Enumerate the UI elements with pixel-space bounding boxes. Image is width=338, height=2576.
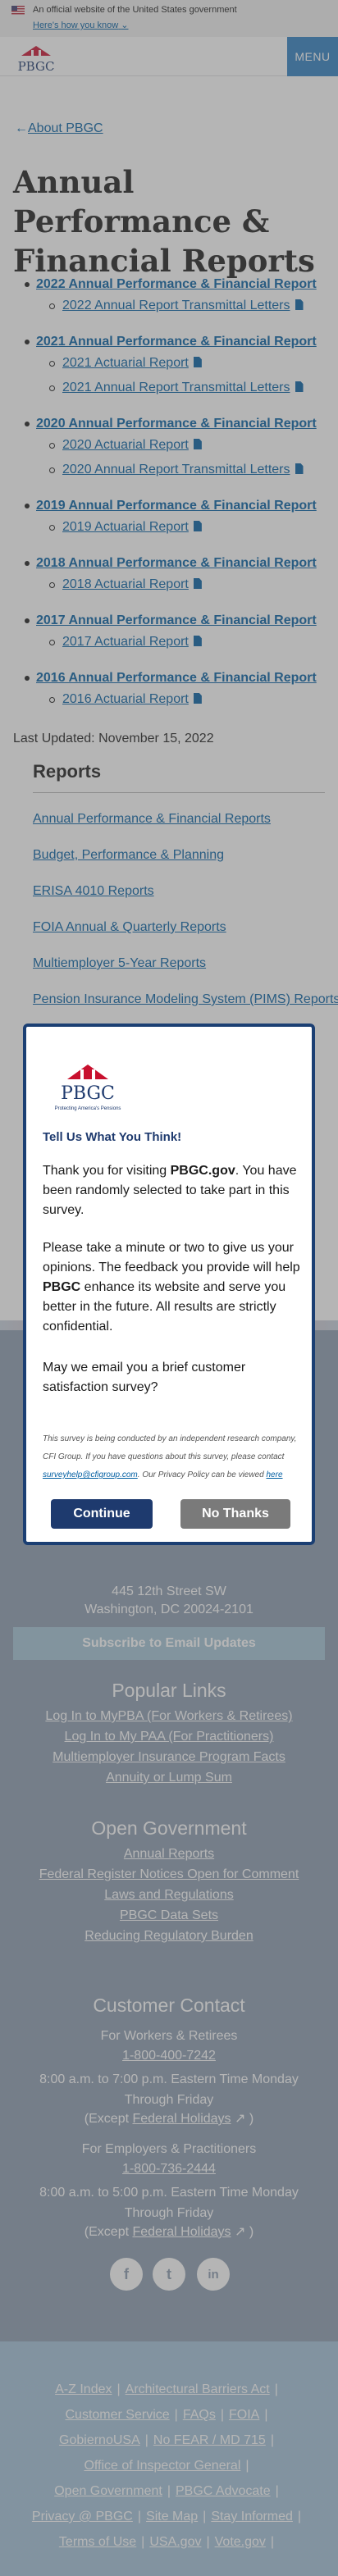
survey-pbgc-logo: PBGC Protecting America's Pensions	[55, 1065, 121, 1111]
survey-help-email-link[interactable]: surveyhelp@cfigroup.com	[43, 1470, 138, 1479]
survey-logo-text: PBGC	[61, 1083, 115, 1104]
fine-mid: . Our Privacy Policy can be viewed	[137, 1470, 267, 1479]
survey-logo-tagline: Protecting America's Pensions	[55, 1106, 121, 1111]
p2-pre: Please take a minute or two to give us y…	[43, 1241, 300, 1274]
p2-bold: PBGC	[43, 1280, 81, 1294]
privacy-policy-link[interactable]: here	[267, 1470, 283, 1479]
survey-fine-print: This survey is being conducted by an ind…	[43, 1430, 302, 1484]
survey-paragraph-2: Please take a minute or two to give us y…	[43, 1238, 302, 1337]
no-thanks-button[interactable]: No Thanks	[180, 1499, 290, 1529]
survey-paragraph-1: Thank you for visiting PBGC.gov. You hav…	[43, 1161, 302, 1220]
continue-button[interactable]: Continue	[51, 1499, 153, 1529]
p1-pre: Thank you for visiting	[43, 1164, 171, 1178]
p1-bold: PBGC.gov	[170, 1164, 235, 1178]
fine-pre: This survey is being conducted by an ind…	[43, 1434, 297, 1461]
survey-title: Tell Us What You Think!	[43, 1130, 182, 1144]
survey-paragraph-3: May we email you a brief customer satisf…	[43, 1361, 246, 1394]
